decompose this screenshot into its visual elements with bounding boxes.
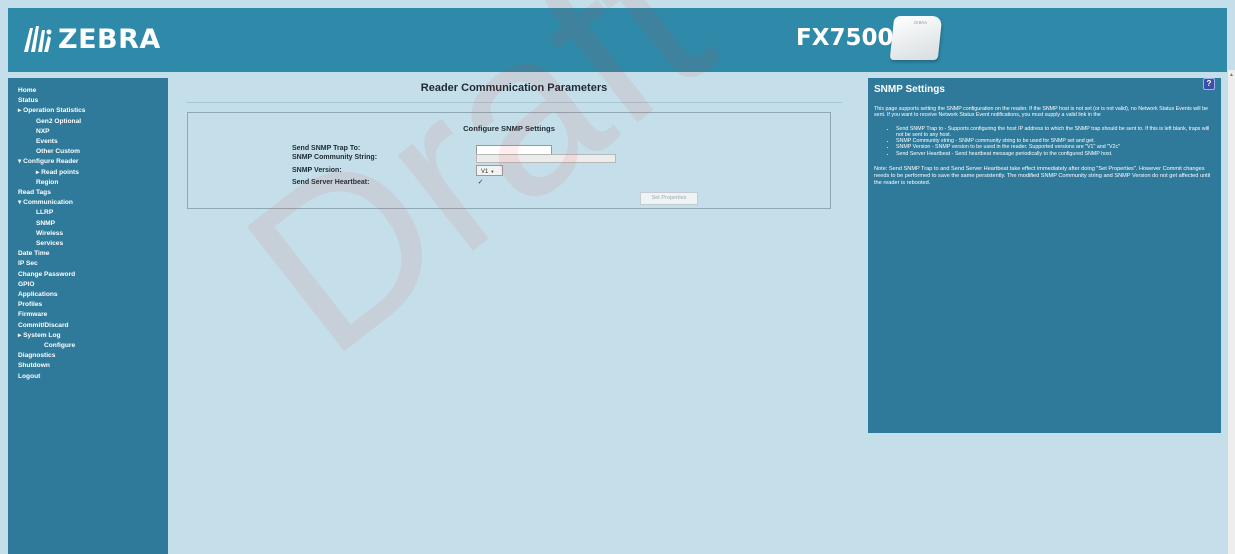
sidebar-item[interactable]: Profiles (8, 300, 168, 310)
set-properties-button[interactable]: Set Properties (640, 192, 698, 205)
sidebar-item[interactable]: Gen2 Optional (8, 117, 168, 127)
sidebar-item[interactable]: Change Password (8, 270, 168, 280)
help-title: SNMP Settings (874, 84, 945, 95)
sidebar-item[interactable]: Services (8, 239, 168, 249)
sidebar-item[interactable]: Read Tags (8, 188, 168, 198)
logo-text: ZEBRA (58, 23, 161, 55)
sidebar-item[interactable]: ▸ Read points (8, 168, 168, 178)
sidebar-item[interactable]: Shutdown (8, 361, 168, 371)
title-divider (186, 102, 842, 103)
sidebar-item[interactable]: Events (8, 137, 168, 147)
nav-list: Home Status ▸ Operation Statistics Gen2 Opt… (8, 78, 168, 382)
help-bullets: Send SNMP Trap to - Supports configuring… (874, 126, 1214, 157)
heartbeat-label: Send Server Heartbeat: (292, 179, 370, 186)
help-body: This page supports setting the SNMP conf… (874, 106, 1214, 187)
section-title: Configure SNMP Settings (463, 124, 555, 133)
heartbeat-checkbox[interactable]: ✓ (477, 179, 484, 186)
help-icon[interactable]: ? (1203, 78, 1215, 90)
version-value: V1 (481, 169, 489, 175)
sidebar-item[interactable]: NXP (8, 127, 168, 137)
sidebar-item[interactable]: Firmware (8, 310, 168, 320)
sidebar-item[interactable]: Other Custom (8, 147, 168, 157)
help-note: Note: Send SNMP Trap to and Send Server … (874, 166, 1211, 187)
sidebar-item[interactable]: Wireless (8, 229, 168, 239)
help-bullet: Send SNMP Trap to - Supports configuring… (896, 126, 1214, 139)
sidebar-item[interactable]: ▸ Operation Statistics (8, 106, 168, 116)
sidebar-item[interactable]: Logout (8, 372, 168, 382)
sidebar-item[interactable]: Applications (8, 290, 168, 300)
scroll-up-icon[interactable]: ▲ (1229, 72, 1234, 78)
community-label: SNMP Community String: (292, 154, 378, 161)
sidebar-item[interactable]: Home (8, 86, 168, 96)
sidebar-item[interactable]: ▾ Configure Reader (8, 157, 168, 167)
page-title: Reader Communication Parameters (420, 82, 608, 94)
product-name: FX7500 (796, 25, 894, 51)
sidebar-item[interactable]: GPIO (8, 280, 168, 290)
sidebar-item[interactable]: Commit/Discard (8, 321, 168, 331)
help-bullet: Send Server Heartbeat - Send heartbeat m… (896, 151, 1214, 157)
chevron-down-icon: ▼ (490, 169, 495, 174)
device-label: ZEBRA (913, 20, 928, 25)
community-string-input[interactable] (476, 154, 616, 163)
sidebar-item[interactable]: SNMP (8, 219, 168, 229)
help-intro: This page supports setting the SNMP conf… (874, 106, 1208, 119)
page-scrollbar[interactable]: ▲ (1227, 70, 1235, 554)
sidebar-item[interactable]: Diagnostics (8, 351, 168, 361)
reader-device-image: ZEBRA (889, 16, 943, 60)
zebra-logo[interactable]: ZEBRA (20, 22, 161, 56)
sidebar-item[interactable]: Date Time (8, 249, 168, 259)
version-label: SNMP Version: (292, 167, 342, 174)
help-panel: SNMP Settings ? This page supports setti… (868, 78, 1221, 433)
sidebar-item[interactable]: Configure (8, 341, 168, 351)
sidebar-item[interactable]: LLRP (8, 208, 168, 218)
snmp-version-select[interactable]: V1 ▼ (476, 165, 503, 176)
sidebar-item[interactable]: Status (8, 96, 168, 106)
snmp-settings-group: Configure SNMP Settings Send SNMP Trap T… (187, 112, 831, 209)
main-content: Reader Communication Parameters Configur… (168, 78, 860, 554)
sidebar-item[interactable]: ▾ Communication (8, 198, 168, 208)
header-bar: ZEBRA FX7500 ZEBRA (8, 8, 1227, 72)
sidebar-item[interactable]: Region (8, 178, 168, 188)
zebra-head-icon (24, 26, 52, 52)
sidebar-item[interactable]: IP Sec (8, 259, 168, 269)
sidebar-nav: Home Status ▸ Operation Statistics Gen2 Opt… (8, 78, 168, 554)
sidebar-item[interactable]: ▸ System Log (8, 331, 168, 341)
trap-label: Send SNMP Trap To: (292, 145, 361, 152)
